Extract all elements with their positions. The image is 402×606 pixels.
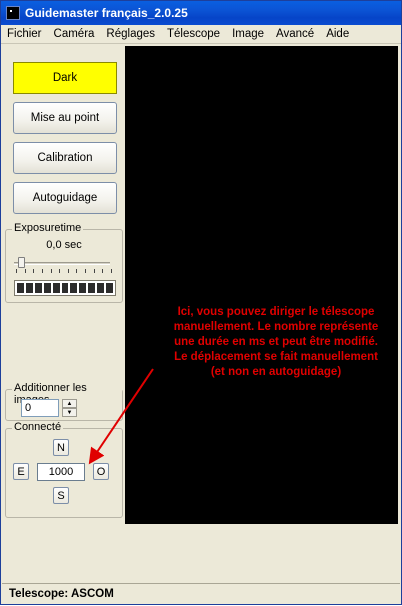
title-bar[interactable]: Guidemaster français_2.0.25 — [1, 1, 401, 25]
menu-reglages[interactable]: Réglages — [100, 28, 161, 40]
spin-up-button[interactable]: ▲ — [62, 399, 77, 408]
exposure-progress-bar — [14, 280, 116, 296]
control-panel: Dark Mise au point Calibration Autoguida… — [2, 46, 124, 582]
app-window: Guidemaster français_2.0.25 Fichier Camé… — [0, 0, 402, 605]
dark-button[interactable]: Dark — [13, 62, 117, 94]
menu-telescope[interactable]: Télescope — [161, 28, 226, 40]
add-images-spinner: ▲ ▼ — [62, 399, 77, 417]
app-icon — [6, 6, 20, 20]
slider-ticks — [16, 269, 112, 273]
image-display[interactable] — [125, 46, 398, 524]
west-button[interactable]: O — [93, 463, 109, 480]
exposure-slider[interactable] — [14, 262, 110, 265]
exposure-value: 0,0 sec — [46, 239, 82, 251]
connect-label: Connecté — [12, 421, 64, 433]
status-bar: Telescope: ASCOM — [2, 583, 400, 604]
spin-down-button[interactable]: ▼ — [62, 408, 77, 417]
menu-image[interactable]: Image — [226, 28, 270, 40]
connect-group: Connecté N E 1000 O S — [5, 421, 123, 518]
add-images-group: Additionner les images 0 ▲ ▼ — [5, 382, 123, 421]
menu-bar: Fichier Caméra Réglages Télescope Image … — [1, 25, 401, 44]
calibration-button[interactable]: Calibration — [13, 142, 117, 174]
exposure-label: Exposuretime — [12, 222, 84, 234]
autoguide-button[interactable]: Autoguidage — [13, 182, 117, 214]
focus-button[interactable]: Mise au point — [13, 102, 117, 134]
exposure-group: Exposuretime 0,0 sec — [5, 222, 123, 303]
menu-fichier[interactable]: Fichier — [1, 28, 48, 40]
status-text: Telescope: ASCOM — [9, 588, 114, 600]
annotation-text: Ici, vous pouvez diriger le télescope ma… — [173, 306, 379, 378]
menu-camera[interactable]: Caméra — [48, 28, 101, 40]
step-duration-input[interactable]: 1000 — [37, 463, 85, 481]
add-images-input[interactable]: 0 — [21, 399, 59, 417]
exposure-slider-thumb[interactable] — [18, 257, 25, 268]
menu-aide[interactable]: Aide — [320, 28, 355, 40]
menu-avance[interactable]: Avancé — [270, 28, 320, 40]
east-button[interactable]: E — [13, 463, 29, 480]
north-button[interactable]: N — [53, 439, 69, 456]
window-title: Guidemaster français_2.0.25 — [25, 6, 188, 20]
south-button[interactable]: S — [53, 487, 69, 504]
